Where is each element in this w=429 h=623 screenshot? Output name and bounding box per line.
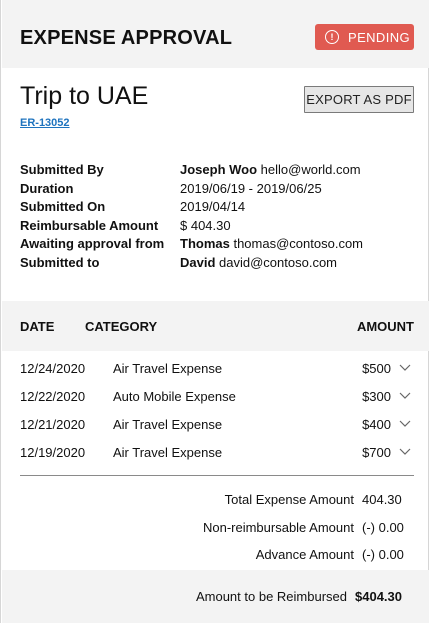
table-header: DATE CATEGORY AMOUNT — [2, 301, 429, 351]
divider — [20, 475, 414, 476]
summary-section: Total Expense Amount 404.30 Non-reimburs… — [2, 492, 429, 575]
detail-label: Duration — [20, 180, 74, 196]
reimbursed-label: Amount to be Reimbursed — [195, 589, 347, 604]
row-date: 12/19/2020 — [20, 445, 86, 460]
chevron-down-icon[interactable] — [398, 388, 412, 402]
summary-value: (-) 0.00 — [362, 547, 404, 562]
row-amount: $500 — [362, 361, 391, 376]
detail-value: 2019/04/14 — [180, 199, 246, 215]
summary-row: Non-reimbursable Amount (-) 0.00 — [2, 520, 429, 548]
alert-circle-icon: ! — [325, 30, 339, 44]
row-category: Air Travel Expense — [113, 361, 223, 376]
column-header-category: CATEGORY — [85, 319, 158, 334]
row-date: 12/21/2020 — [20, 417, 86, 432]
reimbursed-amount: $404.30 — [355, 589, 402, 604]
detail-email: thomas@contoso.com — [233, 236, 363, 252]
export-pdf-button[interactable]: EXPORT AS PDF — [304, 86, 414, 113]
row-category: Air Travel Expense — [113, 445, 223, 460]
table-row[interactable]: 12/19/2020 Air Travel Expense $700 — [20, 443, 414, 471]
expense-list: 12/24/2020 Air Travel Expense $500 12/22… — [20, 359, 414, 471]
summary-value: (-) 0.00 — [362, 519, 404, 535]
row-category: Auto Mobile Expense — [113, 389, 236, 404]
detail-name: Joseph Woo — [180, 162, 258, 177]
detail-value: David david@contoso.com — [180, 255, 337, 270]
chevron-down-icon[interactable] — [398, 416, 412, 430]
detail-value: 2019/06/19 - 2019/06/25 — [180, 180, 322, 196]
column-header-date: DATE — [20, 319, 55, 334]
summary-label: Advance Amount — [255, 547, 354, 562]
reimbursement-footer: Amount to be Reimbursed $404.30 — [2, 570, 429, 623]
table-row[interactable]: 12/21/2020 Air Travel Expense $400 — [20, 415, 414, 443]
detail-label: Submitted to — [20, 254, 100, 270]
detail-name: David — [180, 254, 216, 270]
row-category: Air Travel Expense — [113, 417, 223, 432]
row-date: 12/22/2020 — [20, 389, 86, 404]
detail-label: Submitted By — [20, 162, 104, 177]
detail-value: $ 404.30 — [180, 217, 231, 233]
detail-email: david@contoso.com — [219, 254, 338, 270]
row-amount: $400 — [362, 417, 391, 432]
detail-value: Joseph Woo hello@world.com — [180, 162, 361, 177]
row-date: 12/24/2020 — [20, 361, 86, 376]
detail-name: Thomas — [180, 236, 230, 252]
card-header: EXPENSE APPROVAL ! PENDING — [2, 0, 429, 68]
detail-value: Thomas thomas@contoso.com — [180, 236, 363, 251]
row-amount: $700 — [362, 445, 391, 460]
trip-id-link[interactable]: ER-13052 — [20, 117, 70, 129]
detail-label: Awaiting approval from — [20, 236, 165, 252]
column-header-amount: AMOUNT — [356, 319, 414, 334]
detail-label: Submitted On — [20, 199, 106, 215]
chevron-down-icon[interactable] — [398, 444, 412, 458]
status-badge: ! PENDING — [315, 24, 414, 50]
detail-email: hello@world.com — [260, 162, 361, 177]
chevron-down-icon[interactable] — [398, 360, 412, 374]
table-row[interactable]: 12/24/2020 Air Travel Expense $500 — [20, 359, 414, 387]
summary-label: Non-reimbursable Amount — [202, 519, 354, 535]
summary-value: 404.30 — [362, 492, 402, 507]
summary-label: Total Expense Amount — [224, 492, 354, 507]
expense-approval-card: EXPENSE APPROVAL ! PENDING Trip to UAE E… — [0, 0, 429, 623]
detail-label: Reimbursable Amount — [20, 217, 159, 233]
table-row[interactable]: 12/22/2020 Auto Mobile Expense $300 — [20, 387, 414, 415]
row-amount: $300 — [362, 389, 391, 404]
trip-title: Trip to UAE — [20, 82, 149, 110]
page-title: EXPENSE APPROVAL — [20, 27, 233, 49]
summary-row: Total Expense Amount 404.30 — [2, 492, 429, 520]
status-badge-label: PENDING — [348, 29, 411, 45]
